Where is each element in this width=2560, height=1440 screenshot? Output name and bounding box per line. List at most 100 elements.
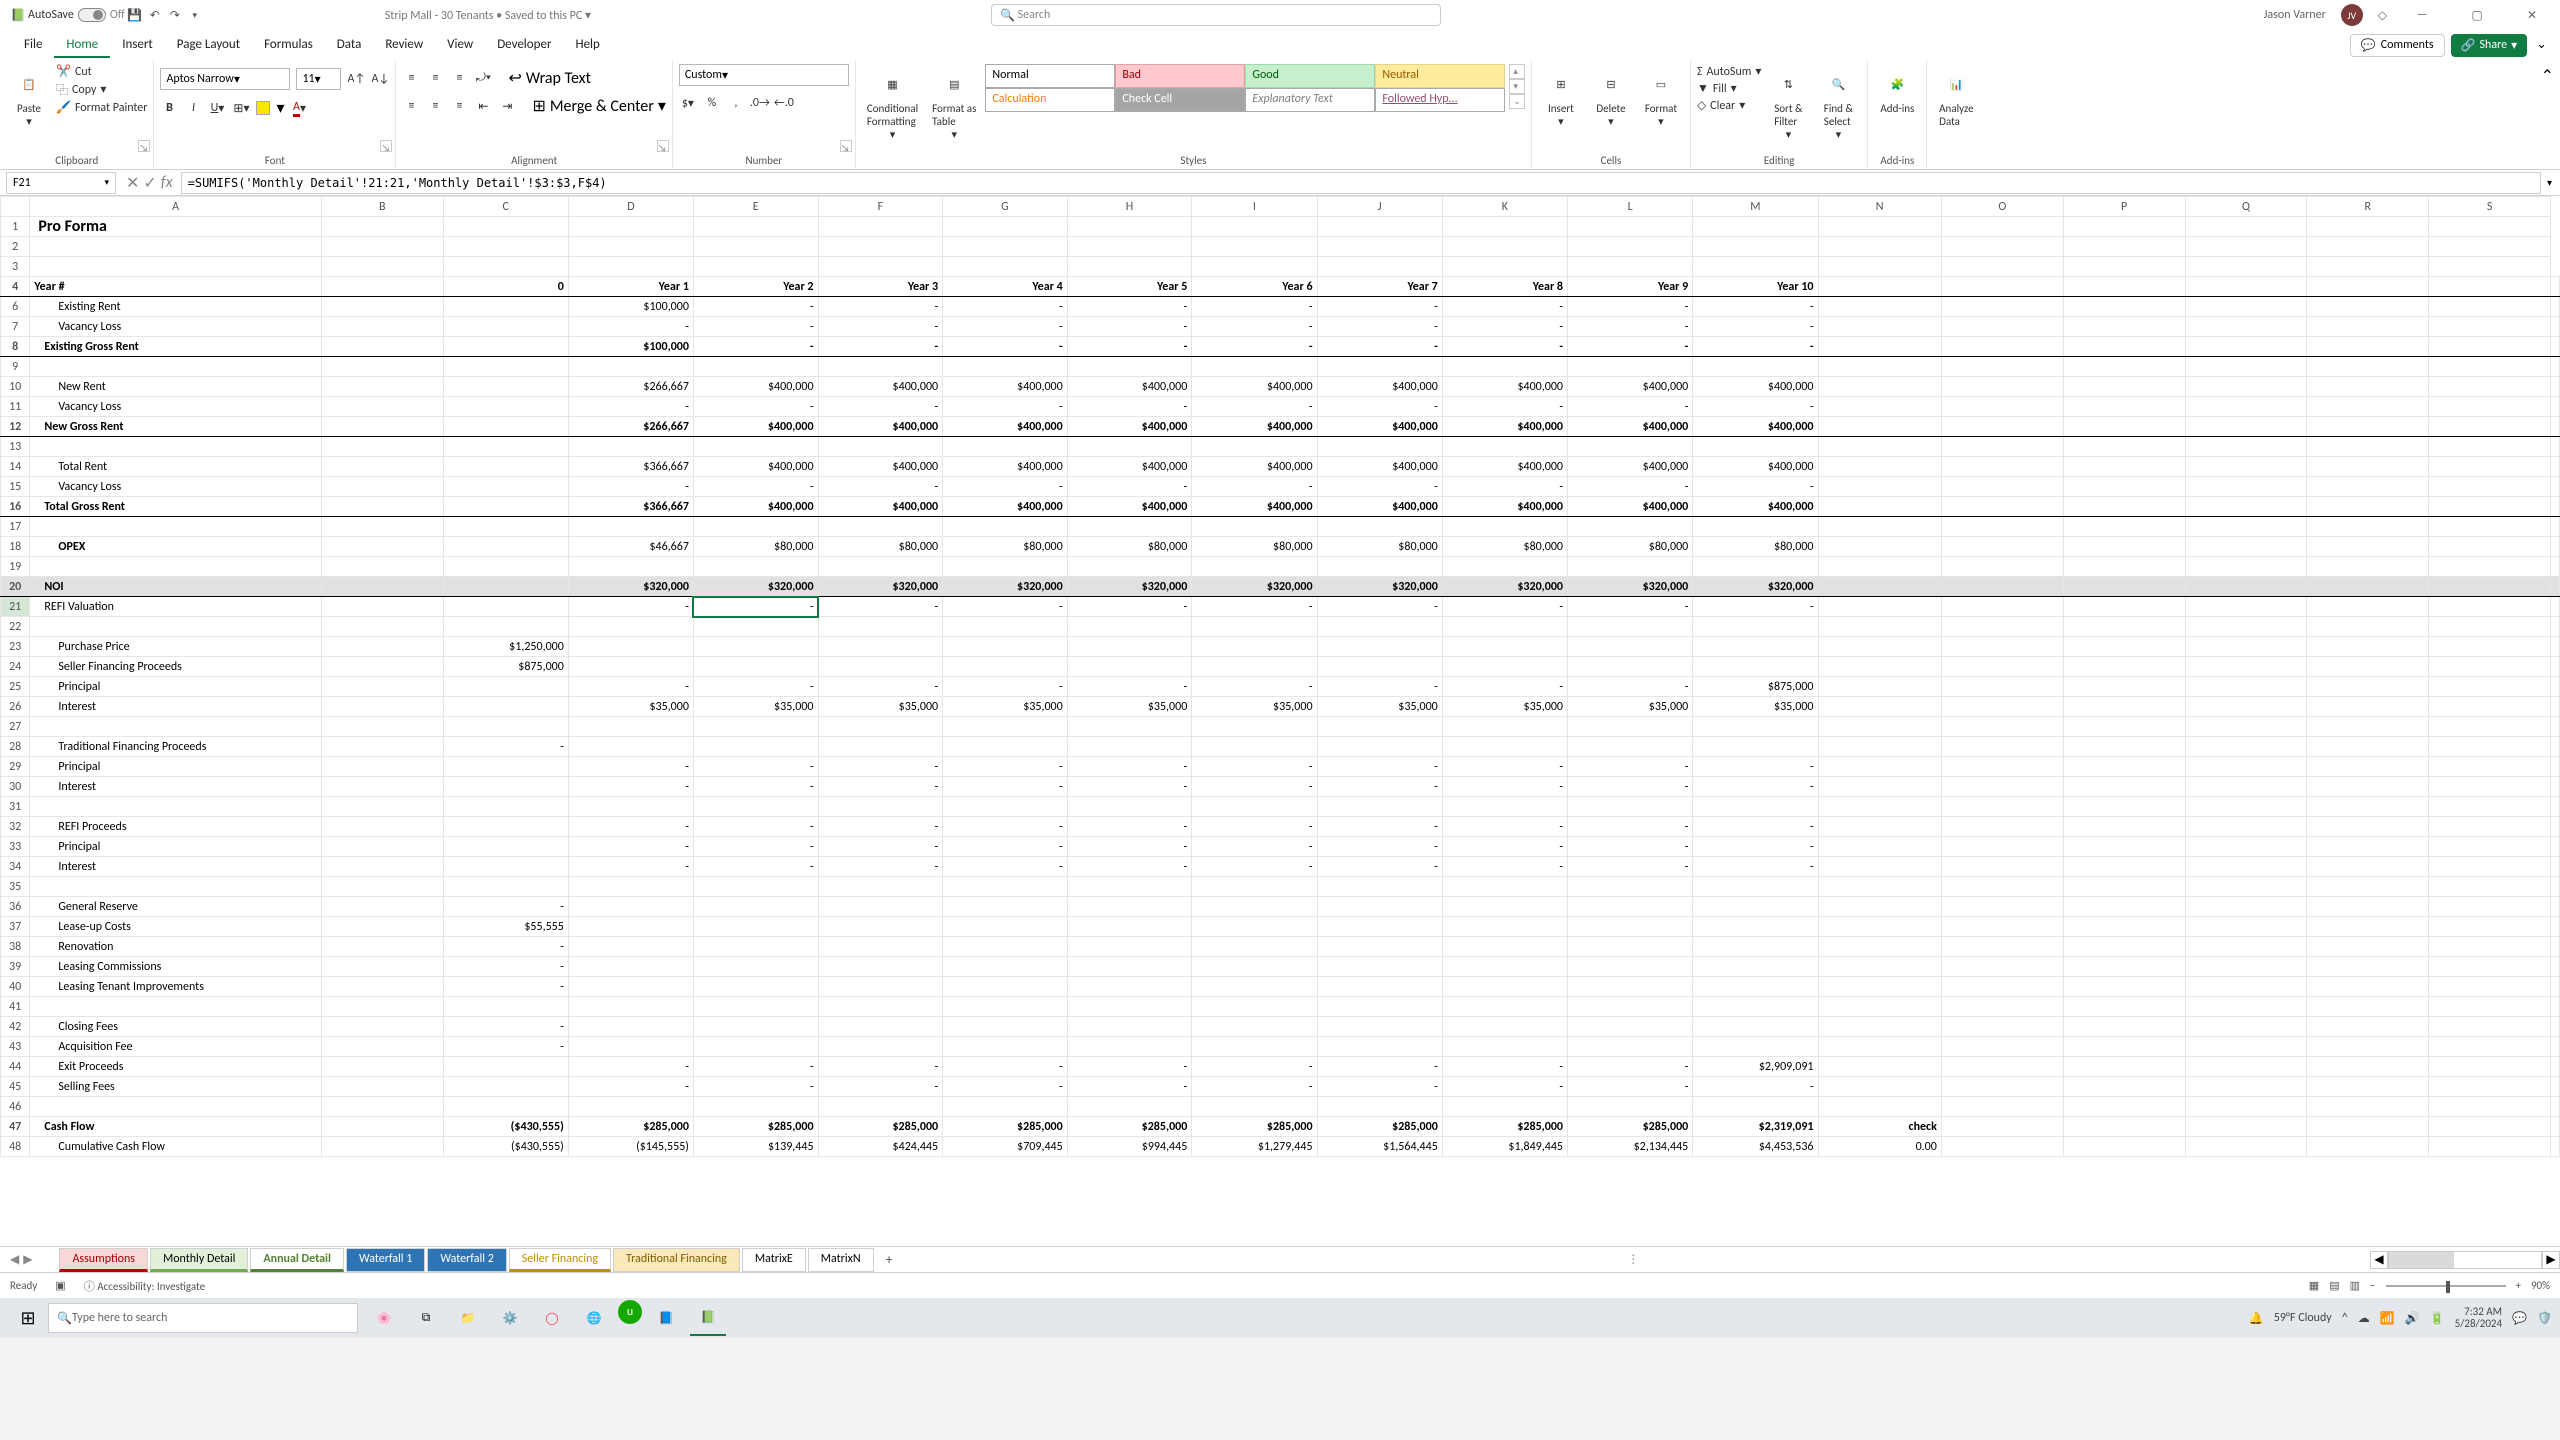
cell-label[interactable]: Vacancy Loss <box>30 477 321 497</box>
cell[interactable]: - <box>818 597 943 617</box>
row-header[interactable]: 30 <box>1 777 30 797</box>
cell-label[interactable] <box>30 557 321 577</box>
cell[interactable]: - <box>818 857 943 877</box>
cell[interactable]: - <box>693 777 818 797</box>
align-center-icon[interactable]: ≡ <box>426 97 444 115</box>
cell[interactable] <box>1693 937 1818 957</box>
cell[interactable]: - <box>1317 817 1442 837</box>
view-normal-icon[interactable]: ▦ <box>2309 1279 2319 1292</box>
cell[interactable]: $320,000 <box>943 577 1068 597</box>
cell[interactable] <box>321 877 443 897</box>
cell[interactable]: - <box>1568 477 1693 497</box>
cell[interactable] <box>321 977 443 997</box>
row-header[interactable]: 47 <box>1 1117 30 1137</box>
cell[interactable] <box>693 977 818 997</box>
cell[interactable] <box>1568 637 1693 657</box>
row-header[interactable]: 34 <box>1 857 30 877</box>
cell[interactable]: - <box>1442 317 1567 337</box>
style-followed[interactable]: Followed Hyp... <box>1375 88 1505 112</box>
cell[interactable]: $80,000 <box>1693 537 1818 557</box>
row-header[interactable]: 17 <box>1 517 30 537</box>
insert-button[interactable]: ⊞Insert▾ <box>1538 64 1584 130</box>
cell[interactable] <box>1192 737 1317 757</box>
cell[interactable]: - <box>1442 1057 1567 1077</box>
cell[interactable]: - <box>1317 297 1442 317</box>
cell[interactable]: $139,445 <box>693 1137 818 1157</box>
cell[interactable] <box>1317 877 1442 897</box>
cell[interactable]: - <box>568 477 693 497</box>
cell[interactable] <box>1442 737 1567 757</box>
col-header[interactable]: S <box>2429 197 2551 217</box>
cell[interactable]: $400,000 <box>1442 377 1567 397</box>
cell[interactable]: $2,134,445 <box>1568 1137 1693 1157</box>
autosum-button[interactable]: Σ AutoSum ▾ <box>1697 64 1761 79</box>
cell[interactable] <box>1067 917 1192 937</box>
cell[interactable] <box>568 937 693 957</box>
cell[interactable]: - <box>1568 757 1693 777</box>
cell-label[interactable]: Seller Financing Proceeds <box>30 657 321 677</box>
cell[interactable] <box>1442 357 1567 377</box>
row-header[interactable]: 37 <box>1 917 30 937</box>
row-header[interactable]: 36 <box>1 897 30 917</box>
menu-file[interactable]: File <box>12 33 54 58</box>
cell[interactable] <box>693 557 818 577</box>
cell[interactable]: $1,564,445 <box>1317 1137 1442 1157</box>
cell[interactable] <box>693 517 818 537</box>
cell[interactable]: - <box>1317 597 1442 617</box>
cell[interactable]: - <box>818 477 943 497</box>
cell[interactable] <box>443 457 568 477</box>
cell-label[interactable]: Exit Proceeds <box>30 1057 321 1077</box>
cell[interactable]: $320,000 <box>818 577 943 597</box>
cell[interactable] <box>568 1017 693 1037</box>
cell[interactable] <box>943 657 1068 677</box>
cell[interactable]: - <box>693 817 818 837</box>
cell[interactable] <box>1693 997 1818 1017</box>
cell[interactable] <box>1442 897 1567 917</box>
cell[interactable]: $35,000 <box>1568 697 1693 717</box>
percent-icon[interactable]: % <box>703 94 721 112</box>
cell[interactable] <box>1067 437 1192 457</box>
cell-label[interactable]: New Gross Rent <box>30 417 321 437</box>
cell[interactable]: $400,000 <box>1067 417 1192 437</box>
cell[interactable] <box>1568 917 1693 937</box>
tray-wifi-icon[interactable]: 📶 <box>2380 1311 2395 1326</box>
cell[interactable]: - <box>443 737 568 757</box>
cell[interactable] <box>818 1017 943 1037</box>
cell-label[interactable] <box>30 877 321 897</box>
cell[interactable]: $400,000 <box>1442 457 1567 477</box>
cell[interactable] <box>568 737 693 757</box>
row-header[interactable]: 26 <box>1 697 30 717</box>
cell-label[interactable]: Existing Rent <box>30 297 321 317</box>
cell[interactable] <box>321 617 443 637</box>
cell[interactable] <box>1067 957 1192 977</box>
cell[interactable]: $285,000 <box>568 1117 693 1137</box>
tray-onedrive-icon[interactable]: ☁ <box>2358 1311 2370 1326</box>
align-left-icon[interactable]: ≡ <box>402 97 420 115</box>
cell[interactable] <box>1067 937 1192 957</box>
cell[interactable]: $46,667 <box>568 537 693 557</box>
col-header[interactable]: F <box>818 197 943 217</box>
cell[interactable] <box>1693 657 1818 677</box>
cell[interactable] <box>1693 737 1818 757</box>
cell[interactable] <box>443 797 568 817</box>
tray-action-center-icon[interactable]: 💬 <box>2512 1311 2527 1326</box>
cell-label[interactable] <box>30 797 321 817</box>
cell[interactable] <box>1693 897 1818 917</box>
row-header[interactable]: 19 <box>1 557 30 577</box>
cell[interactable] <box>1317 357 1442 377</box>
cell[interactable] <box>1442 997 1567 1017</box>
cell[interactable] <box>321 1097 443 1117</box>
cell[interactable]: 0 <box>443 277 568 297</box>
cell[interactable]: - <box>1317 677 1442 697</box>
cell[interactable]: $994,445 <box>1067 1137 1192 1157</box>
task-app1-icon[interactable]: ⚙️ <box>492 1300 528 1336</box>
row-header[interactable]: 45 <box>1 1077 30 1097</box>
cell[interactable] <box>321 1017 443 1037</box>
cell[interactable]: - <box>443 937 568 957</box>
col-header[interactable]: N <box>1818 197 1941 217</box>
cell[interactable]: - <box>943 297 1068 317</box>
cell[interactable]: Year 10 <box>1693 277 1818 297</box>
col-header[interactable]: M <box>1693 197 1818 217</box>
cell-label[interactable]: Interest <box>30 777 321 797</box>
cell[interactable] <box>321 537 443 557</box>
